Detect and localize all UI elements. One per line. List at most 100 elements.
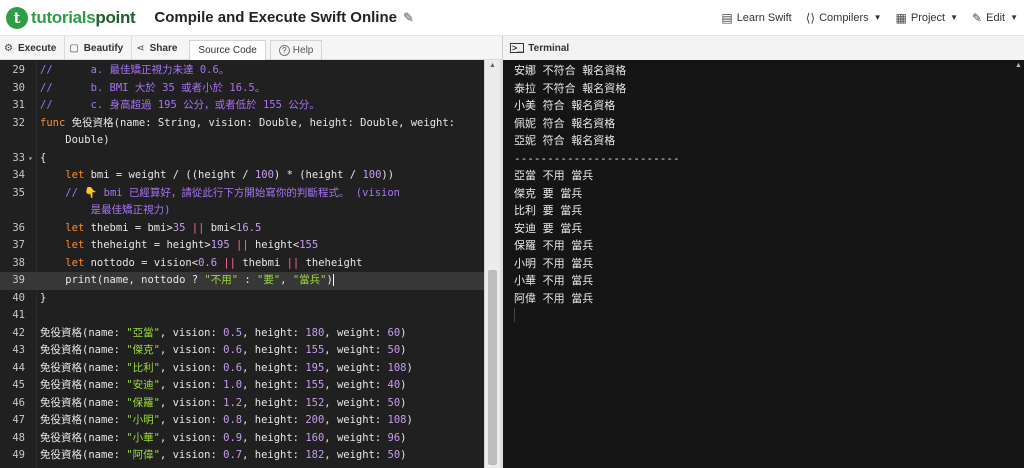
line-number: 35 [12,186,25,199]
terminal-line: 亞妮 符合 報名資格 [514,134,616,147]
code-line[interactable]: 42 免役資格(name: "亞當", vision: 0.5, height: … [0,325,484,343]
page-title: Compile and Execute Swift Online ✎ [154,9,413,26]
share-label: Share [149,42,178,54]
code-token: 100 [362,169,382,181]
terminal-scrollbar[interactable]: ▲ [1012,60,1024,468]
code-line[interactable]: 33 ▾ { [0,150,484,168]
code-token: "比利" [126,361,160,374]
code-line[interactable]: 43 免役資格(name: "傑克", vision: 0.6, height: … [0,342,484,360]
beautify-button[interactable]: ▢ Beautify [65,36,133,60]
editor-scrollbar-thumb[interactable] [488,270,497,465]
code-token: 160 [305,431,325,444]
code-token: 50 [387,396,401,409]
code-text: Double) [40,132,110,150]
terminal-title: Terminal [528,42,570,54]
code-token: 0.6 [223,344,243,356]
code-editor[interactable]: 29 // a. 最佳矯正視力未達 0.6。 30 // b. BMI 大於 35 或… [0,60,484,468]
caret-down-icon: ▼ [1010,13,1018,22]
code-text: { [40,150,46,168]
code-line[interactable]: 49 免役資格(name: "阿偉", vision: 0.7, height: … [0,447,484,465]
line-number: 41 [12,309,25,321]
code-token: "當兵" [292,274,327,286]
code-line[interactable]: 38 let nottodo = vision<0.6 || thebmi ||… [0,255,484,273]
code-token: } [40,291,47,304]
code-line[interactable]: 41 [0,307,484,325]
code-token: 免役資格(name: [40,431,127,444]
help-button[interactable]: ? Help [269,40,323,60]
code-token: 是最佳矯正視力) [40,204,171,216]
line-number: 32 [12,116,25,129]
code-line[interactable]: 45 免役資格(name: "安迪", vision: 1.0, height: … [0,377,484,395]
terminal-scroll-up-icon[interactable]: ▲ [1015,62,1022,69]
code-line[interactable]: 37 let theheight = height>195 || height<… [0,237,484,255]
line-number: 46 [12,396,25,409]
nav-item-edit[interactable]: ✎ Edit ▼ [972,11,1018,25]
code-token: 155 [305,344,325,356]
code-line[interactable]: 44 免役資格(name: "比利", vision: 0.6, height: … [0,360,484,378]
nav-item-project[interactable]: ▦ Project ▼ [896,11,959,25]
tab-source-code[interactable]: Source Code [189,40,266,60]
code-token: 0.8 [223,414,243,426]
code-line[interactable]: 40} [0,290,484,308]
code-line[interactable]: 48 免役資格(name: "小華", vision: 0.9, height: … [0,430,484,448]
code-line[interactable]: 39 print(name, nottodo ? "不用" : "要", "當兵… [0,272,484,290]
code-token: theheight [299,256,363,269]
line-number: 30 [12,81,25,94]
code-token: )) [381,169,395,181]
code-token: 100 [254,169,274,181]
code-token: { [40,151,47,164]
code-text: 免役資格(name: "保羅", vision: 1.2, height: 15… [40,395,407,413]
scroll-up-icon[interactable]: ▲ [489,62,496,69]
code-line[interactable]: 29 // a. 最佳矯正視力未達 0.6。 [0,62,484,80]
code-line[interactable]: 35 // 👇 bmi 已經算好，請從此行下方開始寫你的判斷程式。 (visio… [0,185,484,203]
code-line[interactable]: 30 // b. BMI 大於 35 或者小於 16.5。 [0,80,484,98]
code-token: || [191,221,205,234]
code-line[interactable]: 46 免役資格(name: "保羅", vision: 1.2, height: … [0,395,484,413]
terminal-cursor [514,308,515,322]
edit-title-icon[interactable]: ✎ [403,10,414,26]
line-number: 36 [12,221,25,234]
share-icon: ⋖ [136,42,145,54]
code-token: theheight = height> [84,239,211,251]
code-text: print(name, nottodo ? "不用" : "要", "當兵") [40,272,334,290]
terminal-header: >_ Terminal [502,36,1024,60]
terminal-line: 小華 不用 當兵 [514,274,594,287]
code-token: , weight: [324,396,388,409]
help-icon: ? [278,45,290,56]
line-number: 43 [12,344,25,356]
editor-scrollbar[interactable]: ▲ [484,60,500,468]
execute-button[interactable]: ⚙ Execute [0,36,66,60]
code-token: 0.6 [198,256,218,269]
logo-text-main: tutorials [31,7,96,27]
code-line[interactable]: 34 let bmi = weight / ((height / 100) * … [0,167,484,185]
help-label: Help [292,45,314,56]
code-token: , [280,274,293,286]
logo-text-tail: point [95,7,136,27]
nav-item-label: Compilers [819,11,869,24]
code-line[interactable]: 是最佳矯正視力) [0,202,484,220]
fold-toggle-icon[interactable]: ▾ [28,150,33,168]
code-token: , height: [242,449,306,461]
terminal-line: ------------------------- [514,151,680,165]
nav-item-compilers[interactable]: ⟨⟩ Compilers ▼ [806,11,882,25]
code-line[interactable]: 36 let thebmi = bmi>35 || bmi<16.5 [0,220,484,238]
code-token: 免役資格(name: [40,344,127,356]
code-text: // 👇 bmi 已經算好，請從此行下方開始寫你的判斷程式。 (vision [40,185,400,203]
line-number: 29 [12,64,25,76]
tutorialspoint-logo[interactable]: t tutorialspoint [6,6,136,29]
code-token: 50 [387,449,401,461]
nav-item-learn-swift[interactable]: ▤ Learn Swift [721,11,791,25]
line-number: 33 [12,151,25,164]
code-line[interactable]: Double) [0,132,484,150]
code-text: 免役資格(name: "比利", vision: 0.6, height: 19… [40,360,413,378]
code-line[interactable]: 31 // c. 身高超過 195 公分，或者低於 155 公分。 [0,97,484,115]
code-token: Double) [40,134,110,146]
line-number: 39 [12,274,25,286]
code-line[interactable]: 32 func 免役資格(name: String, vision: Double… [0,115,484,133]
share-button[interactable]: ⋖ Share [132,36,185,60]
code-line[interactable]: 47 免役資格(name: "小明", vision: 0.8, height: … [0,412,484,430]
code-token: "要" [257,274,281,286]
code-token: 60 [387,326,401,339]
code-token: // c. 身高超過 195 公分，或者低於 155 公分。 [40,99,320,111]
